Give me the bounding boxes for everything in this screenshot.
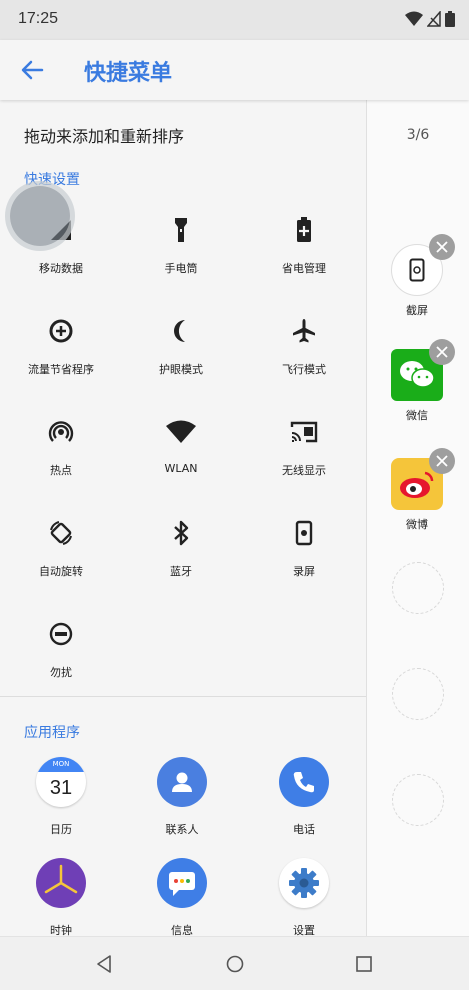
tile-wireless-display[interactable]: 无线显示 xyxy=(254,417,354,478)
back-arrow-icon[interactable] xyxy=(18,56,46,84)
tile-do-not-disturb[interactable]: 勿扰 xyxy=(11,619,111,680)
tile-label: 流量节省程序 xyxy=(28,363,94,376)
screen-record-icon xyxy=(295,520,313,546)
hotspot-icon xyxy=(48,421,74,442)
selected-item-label: 微信 xyxy=(406,409,428,422)
close-icon xyxy=(436,455,448,467)
selected-item-wechat[interactable]: 微信 xyxy=(367,339,467,423)
tile-label: 热点 xyxy=(50,464,72,477)
tile-label: 飞行模式 xyxy=(282,363,326,376)
tile-label: 自动旋转 xyxy=(39,565,83,578)
status-time: 17:25 xyxy=(18,10,59,27)
clock-icon xyxy=(36,858,86,908)
tile-label: 移动数据 xyxy=(39,262,83,275)
page-indicator: 3/6 xyxy=(406,127,430,143)
tile-label: 无线显示 xyxy=(282,464,326,477)
app-label: 联系人 xyxy=(165,823,199,836)
tile-wlan[interactable]: WLAN xyxy=(131,417,231,475)
cast-icon xyxy=(290,421,318,443)
app-messages[interactable]: 信息 xyxy=(132,858,232,936)
selected-item-weibo[interactable]: 微博 xyxy=(367,448,467,532)
app-label: 电话 xyxy=(293,823,315,836)
selected-item-label: 微博 xyxy=(406,518,428,531)
close-icon xyxy=(436,241,448,253)
phone-icon xyxy=(279,757,329,807)
tile-label: 录屏 xyxy=(293,565,315,578)
nav-home-icon[interactable] xyxy=(224,953,246,975)
bluetooth-icon xyxy=(174,520,189,546)
no-signal-icon xyxy=(427,11,441,27)
app-label: 日历 xyxy=(50,823,72,836)
app-label: 设置 xyxy=(293,924,315,936)
battery-status-icon xyxy=(445,11,455,27)
tile-auto-rotate[interactable]: 自动旋转 xyxy=(11,518,111,579)
selected-items-panel[interactable]: 3/6 截屏 微信 微博 xyxy=(366,100,469,936)
app-label: 时钟 xyxy=(50,924,72,936)
tile-battery-saver[interactable]: 省电管理 xyxy=(254,215,354,276)
do-not-disturb-icon xyxy=(49,622,73,646)
app-label: 信息 xyxy=(171,924,193,936)
app-contacts[interactable]: 联系人 xyxy=(132,757,232,837)
tile-label: 勿扰 xyxy=(50,666,72,679)
calendar-month: MON xyxy=(36,757,86,772)
battery-saver-icon xyxy=(297,217,311,242)
wifi-icon xyxy=(166,420,196,443)
tile-eye-comfort[interactable]: 护眼模式 xyxy=(131,316,231,377)
wifi-status-icon xyxy=(405,11,423,26)
tile-label: 省电管理 xyxy=(282,262,326,275)
status-bar: 17:25 xyxy=(0,0,469,40)
tile-hotspot[interactable]: 热点 xyxy=(11,417,111,478)
tile-label: 手电筒 xyxy=(164,262,198,275)
nav-recents-icon[interactable] xyxy=(353,953,375,975)
tile-label: WLAN xyxy=(164,462,198,475)
remove-button[interactable] xyxy=(429,339,455,365)
close-icon xyxy=(436,346,448,358)
section-divider xyxy=(0,696,366,697)
apps-section-label: 应用程序 xyxy=(24,725,80,741)
selected-item-screenshot[interactable]: 截屏 xyxy=(367,234,467,318)
settings-gear-icon xyxy=(279,858,329,908)
app-bar: 快捷菜单 xyxy=(0,40,469,100)
tile-screen-record[interactable]: 录屏 xyxy=(254,518,354,579)
touch-indicator xyxy=(10,186,70,246)
navigation-bar xyxy=(0,936,469,990)
auto-rotate-icon xyxy=(50,521,72,545)
tile-flashlight[interactable]: 手电筒 xyxy=(131,215,231,276)
tile-bluetooth[interactable]: 蓝牙 xyxy=(131,518,231,579)
empty-slot[interactable] xyxy=(392,774,444,826)
page-title: 快捷菜单 xyxy=(84,61,173,86)
tile-label: 护眼模式 xyxy=(159,363,203,376)
nav-back-icon[interactable] xyxy=(94,953,116,975)
selected-item-label: 截屏 xyxy=(406,304,428,317)
calendar-icon: MON 31 xyxy=(36,757,86,807)
moon-icon xyxy=(174,320,185,342)
empty-slot[interactable] xyxy=(392,562,444,614)
contacts-icon xyxy=(157,757,207,807)
tile-label: 蓝牙 xyxy=(170,565,192,578)
tile-airplane-mode[interactable]: 飞行模式 xyxy=(254,316,354,377)
empty-slot[interactable] xyxy=(392,668,444,720)
airplane-icon xyxy=(293,319,315,343)
calendar-day: 31 xyxy=(49,777,73,799)
app-phone[interactable]: 电话 xyxy=(254,757,354,837)
app-clock[interactable]: 时钟 xyxy=(11,858,111,936)
data-saver-icon xyxy=(49,319,73,343)
app-settings[interactable]: 设置 xyxy=(254,858,354,936)
messages-icon xyxy=(157,858,207,908)
tile-data-saver[interactable]: 流量节省程序 xyxy=(11,316,111,377)
status-icons xyxy=(405,11,455,27)
remove-button[interactable] xyxy=(429,234,455,260)
app-calendar[interactable]: MON 31 日历 xyxy=(11,757,111,837)
remove-button[interactable] xyxy=(429,448,455,474)
instruction-text: 拖动来添加和重新排序 xyxy=(24,127,185,146)
flashlight-icon xyxy=(175,218,187,242)
